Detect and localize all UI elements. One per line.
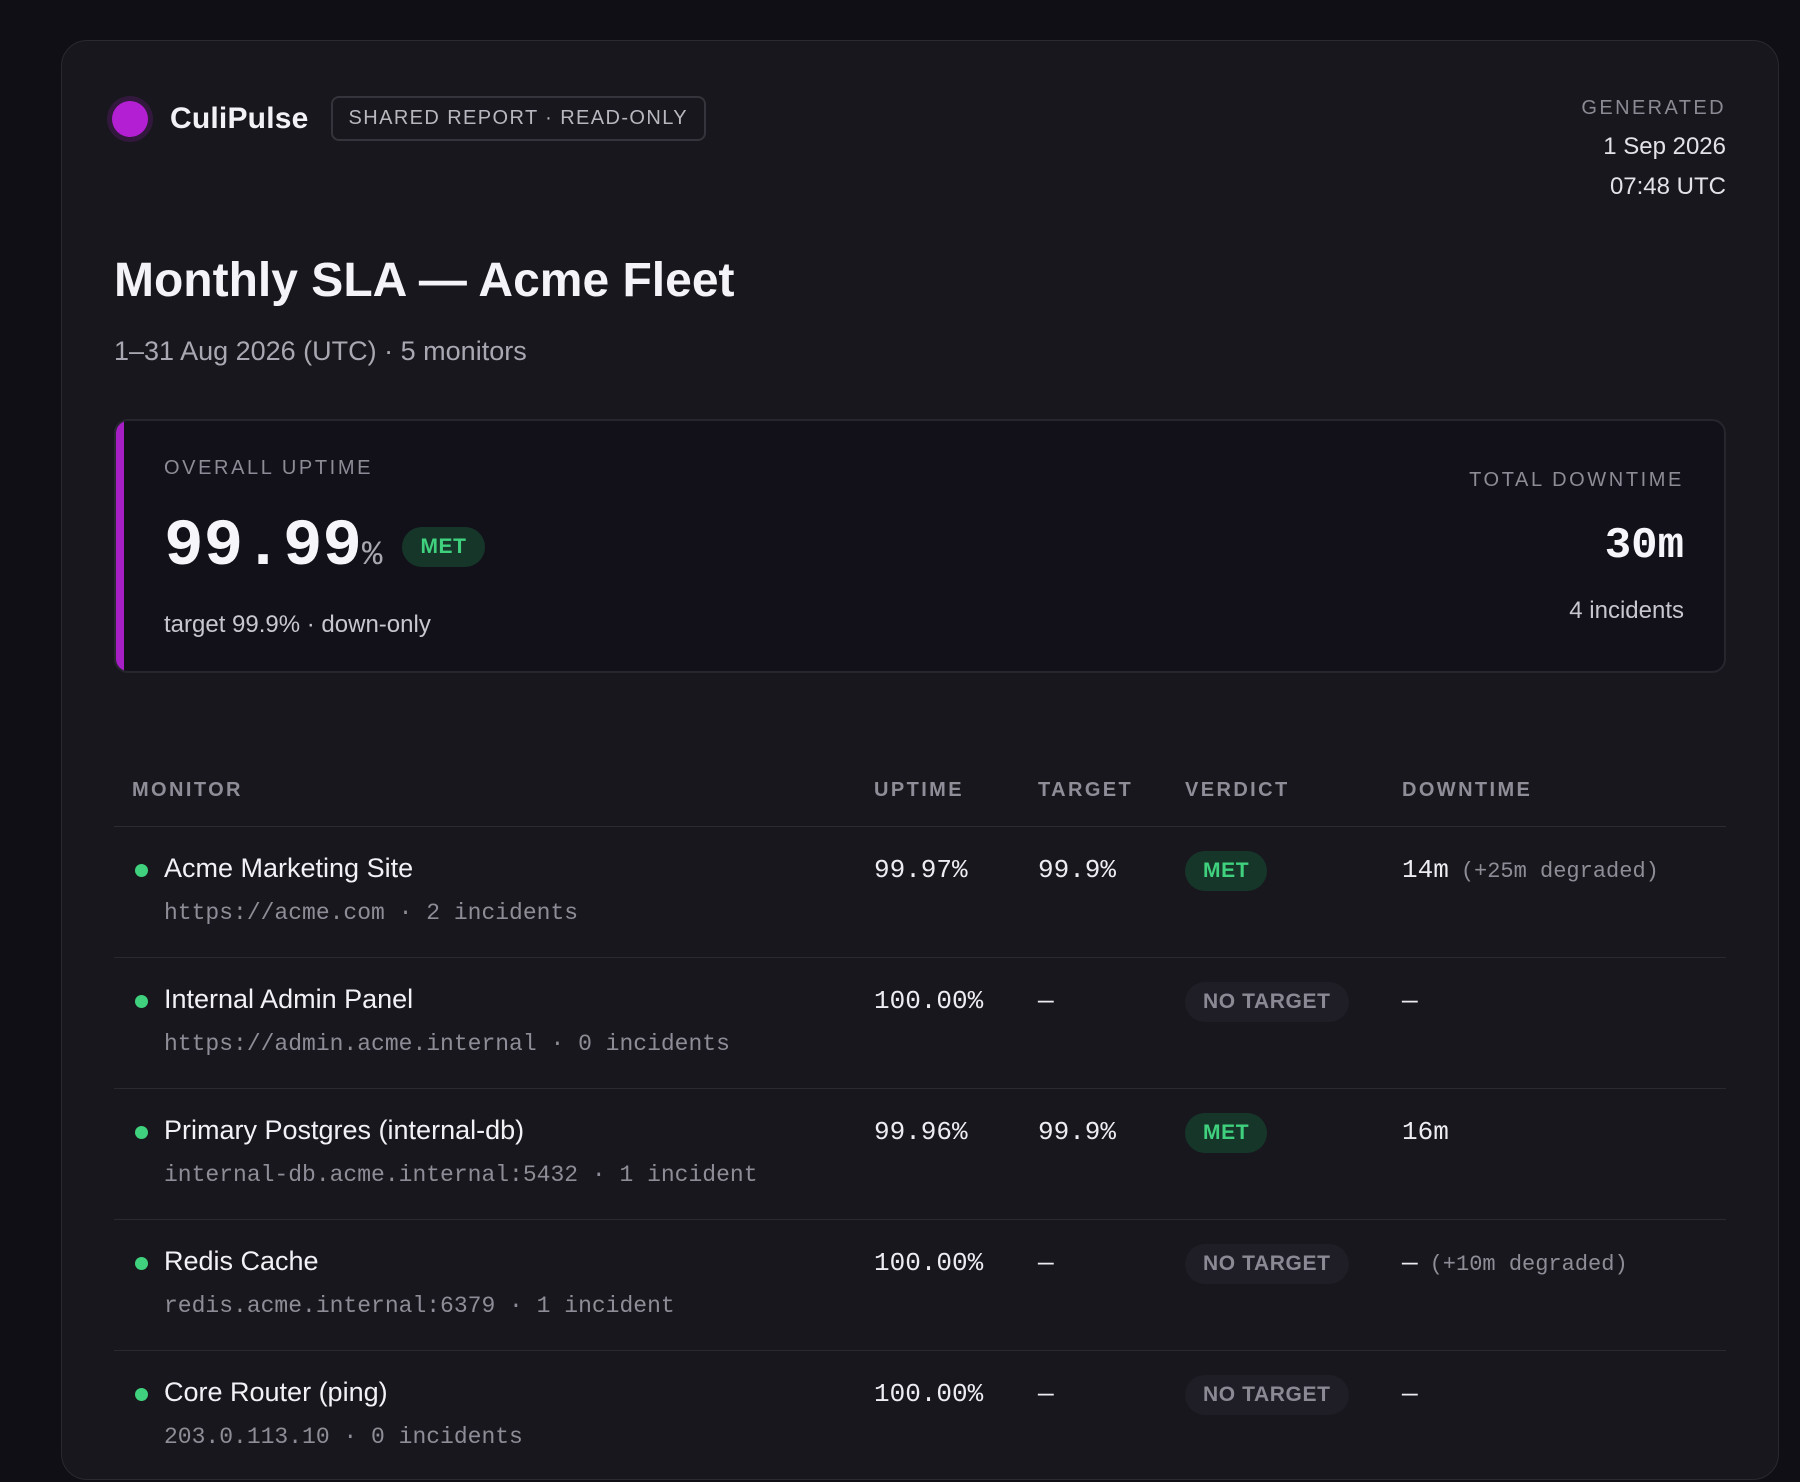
overall-verdict-badge: MET [402,526,485,567]
total-incidents-text: 4 incidents [1569,597,1684,624]
generated-date: 1 Sep 2026 [1603,133,1726,160]
generated-label: GENERATED [1581,97,1726,119]
status-up-icon [135,1126,148,1139]
downtime-value: — [1402,1379,1418,1409]
monitor-downtime: — [1402,986,1430,1016]
monitor-downtime: — (+10m degraded) [1402,1248,1628,1278]
summary-accent-bar [116,421,124,671]
downtime-value: 16m [1402,1117,1449,1147]
overall-target-text: target 99.9% · down-only [164,611,431,638]
brand: CuliPulse SHARED REPORT · READ-ONLY [112,96,707,141]
status-up-icon [135,995,148,1008]
monitor-uptime: 100.00% [874,1248,984,1278]
downtime-value: — [1402,986,1418,1016]
verdict-badge: NO TARGET [1185,982,1349,1022]
report-card: CuliPulse SHARED REPORT · READ-ONLY GENE… [61,40,1779,1480]
overall-uptime-unit: % [362,536,383,575]
table-row: Redis Cache redis.acme.internal:6379 · 1… [114,1220,1726,1351]
monitor-target: 99.9% [1038,1117,1117,1147]
monitor-name: Internal Admin Panel [164,984,414,1014]
verdict-badge: MET [1185,851,1268,891]
table-row: Acme Marketing Site https://acme.com · 2… [114,827,1726,958]
overall-uptime-value: 99.99 [164,509,363,584]
monitor-downtime: 14m (+25m degraded) [1402,855,1659,885]
status-up-icon [135,1257,148,1270]
status-up-icon [135,1388,148,1401]
downtime-value: 14m [1402,855,1449,885]
generated-time: 07:48 UTC [1609,173,1726,200]
monitor-meta: internal-db.acme.internal:5432 · 1 incid… [164,1162,758,1188]
column-header-uptime: UPTIME [874,779,964,801]
generated-info: GENERATED 1 Sep 2026 07:48 UTC [1581,97,1726,201]
column-header-downtime: DOWNTIME [1402,779,1533,801]
degraded-note: (+25m degraded) [1460,859,1659,884]
status-up-icon [135,864,148,877]
table-row: Primary Postgres (internal-db) internal-… [114,1089,1726,1220]
verdict-badge: NO TARGET [1185,1375,1349,1415]
column-header-target: TARGET [1038,779,1134,801]
page-subtitle: 1–31 Aug 2026 (UTC) · 5 monitors [114,336,527,366]
verdict-badge: NO TARGET [1185,1244,1349,1284]
monitor-name: Core Router (ping) [164,1377,388,1407]
monitor-uptime: 100.00% [874,1379,984,1409]
monitor-name: Primary Postgres (internal-db) [164,1115,525,1145]
monitor-verdict: MET [1185,851,1268,891]
summary-panel: OVERALL UPTIME 99.99 % MET target 99.9% … [114,419,1726,673]
monitor-verdict: NO TARGET [1185,1375,1349,1415]
monitor-uptime: 100.00% [874,986,984,1016]
monitor-name: Redis Cache [164,1246,319,1276]
monitor-verdict: MET [1185,1113,1268,1153]
monitor-name: Acme Marketing Site [164,853,414,883]
monitor-meta: 203.0.113.10 · 0 incidents [164,1424,523,1450]
table-row: Internal Admin Panel https://admin.acme.… [114,958,1726,1089]
monitor-meta: https://admin.acme.internal · 0 incident… [164,1031,730,1057]
monitor-target: 99.9% [1038,855,1117,885]
monitor-uptime: 99.97% [874,855,968,885]
monitor-downtime: — [1402,1379,1430,1409]
monitor-target: — [1038,1248,1054,1278]
degraded-note: (+10m degraded) [1429,1252,1628,1277]
overall-uptime-label: OVERALL UPTIME [164,457,374,479]
monitor-target: — [1038,986,1054,1016]
page-title: Monthly SLA — Acme Fleet [114,254,735,307]
monitors-table: MONITOR UPTIME TARGET VERDICT DOWNTIME A… [114,731,1726,1482]
table-header: MONITOR UPTIME TARGET VERDICT DOWNTIME [114,731,1726,827]
column-header-verdict: VERDICT [1185,779,1290,801]
brand-logo-icon [112,100,148,137]
table-row: Core Router (ping) 203.0.113.10 · 0 inci… [114,1351,1726,1482]
monitor-verdict: NO TARGET [1185,1244,1349,1284]
monitor-target: — [1038,1379,1054,1409]
brand-name: CuliPulse [170,101,309,135]
total-downtime-value: 30m [1604,521,1684,571]
verdict-badge: MET [1185,1113,1268,1153]
downtime-value: — [1402,1248,1418,1278]
column-header-monitor: MONITOR [132,779,243,801]
shared-report-badge: SHARED REPORT · READ-ONLY [330,96,707,141]
monitor-meta: https://acme.com · 2 incidents [164,900,579,926]
monitor-verdict: NO TARGET [1185,982,1349,1022]
total-downtime-label: TOTAL DOWNTIME [1469,469,1684,491]
monitor-meta: redis.acme.internal:6379 · 1 incident [164,1293,675,1319]
monitor-downtime: 16m [1402,1117,1461,1147]
monitor-uptime: 99.96% [874,1117,968,1147]
overall-uptime-row: 99.99 % MET [164,509,485,584]
